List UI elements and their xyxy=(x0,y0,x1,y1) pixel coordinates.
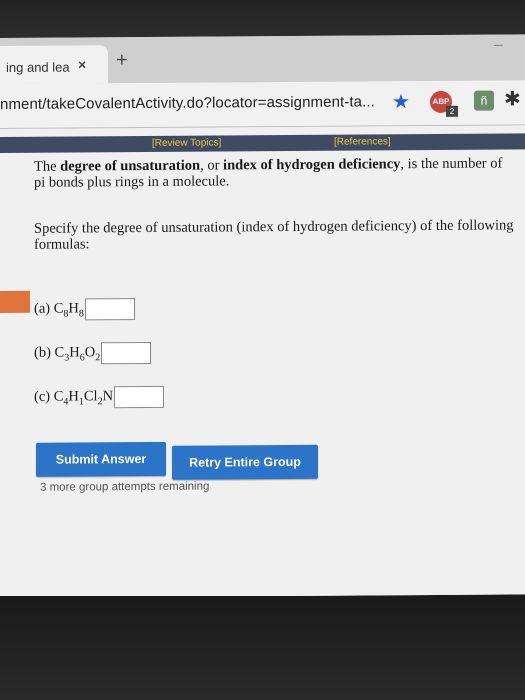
submit-answer-button[interactable]: Submit Answer xyxy=(36,441,166,477)
answer-input-a[interactable] xyxy=(84,298,135,321)
retry-entire-group-button[interactable]: Retry Entire Group xyxy=(172,444,318,480)
element-symbol: C xyxy=(54,344,65,361)
element-symbol: H xyxy=(69,343,80,361)
extension-icon[interactable]: ñ xyxy=(474,90,494,111)
formula-label: (b) C3H6O2 xyxy=(34,344,100,363)
bookmark-star-icon[interactable]: ★ xyxy=(392,89,410,114)
question-a: (a) C8H8 xyxy=(34,298,135,321)
tab-close-icon[interactable]: × xyxy=(78,56,86,72)
address-bar: nment/takeCovalentActivity.do?locator=as… xyxy=(0,80,525,129)
instruction-text: Specify the degree of unsaturation (inde… xyxy=(34,217,514,253)
element-symbol: H xyxy=(68,299,79,317)
extension-puzzle-icon[interactable]: ✱ xyxy=(504,86,521,111)
element-symbol: N xyxy=(102,387,114,404)
monitor-bottom xyxy=(0,596,525,700)
question-marker xyxy=(0,290,30,313)
question-prefix: (c) xyxy=(34,388,54,405)
url-field[interactable]: nment/takeCovalentActivity.do?locator=as… xyxy=(0,93,375,113)
subscript: 2 xyxy=(95,351,101,363)
question-prefix: (b) xyxy=(34,344,55,361)
new-tab-icon[interactable]: + xyxy=(116,49,128,72)
intro-paragraph: The degree of unsaturation, or index of … xyxy=(34,155,504,190)
page-content: [Review Topics] [References] The degree … xyxy=(0,125,525,599)
intro-text: , or xyxy=(200,157,224,174)
review-topics-link[interactable]: [Review Topics] xyxy=(152,135,221,151)
formula-label: (a) C8H8 xyxy=(34,300,84,319)
term-index-of-hydrogen-deficiency: index of hydrogen deficiency xyxy=(223,156,401,174)
element-symbol: C xyxy=(53,388,64,405)
attempts-remaining-text: 3 more group attempts remaining xyxy=(40,480,210,494)
extension-badge: 2 xyxy=(446,105,458,117)
element-symbol: H xyxy=(68,387,79,405)
answer-input-b[interactable] xyxy=(101,341,152,365)
intro-text: The xyxy=(34,158,61,175)
references-bar: [Review Topics] [References] xyxy=(0,133,525,153)
browser-tab[interactable]: ing and lea × xyxy=(0,45,108,85)
references-link[interactable]: [References] xyxy=(334,134,391,150)
minimize-icon[interactable]: – xyxy=(494,36,503,54)
element-symbol: Cl xyxy=(83,387,98,404)
answer-input-c[interactable] xyxy=(114,385,165,409)
question-c: (c) C4H1Cl2N xyxy=(34,385,165,409)
element-symbol: C xyxy=(53,300,64,317)
subscript: 8 xyxy=(78,307,84,319)
term-degree-of-unsaturation: degree of unsaturation xyxy=(60,157,201,175)
browser-window: ing and lea × + – nment/takeCovalentActi… xyxy=(0,34,525,599)
question-b: (b) C3H6O2 xyxy=(34,341,152,365)
element-symbol: O xyxy=(84,343,96,360)
question-prefix: (a) xyxy=(34,300,54,317)
formula-label: (c) C4H1Cl2N xyxy=(34,388,113,407)
tab-title: ing and lea xyxy=(6,59,70,75)
tab-strip: ing and lea × + – xyxy=(0,34,525,85)
